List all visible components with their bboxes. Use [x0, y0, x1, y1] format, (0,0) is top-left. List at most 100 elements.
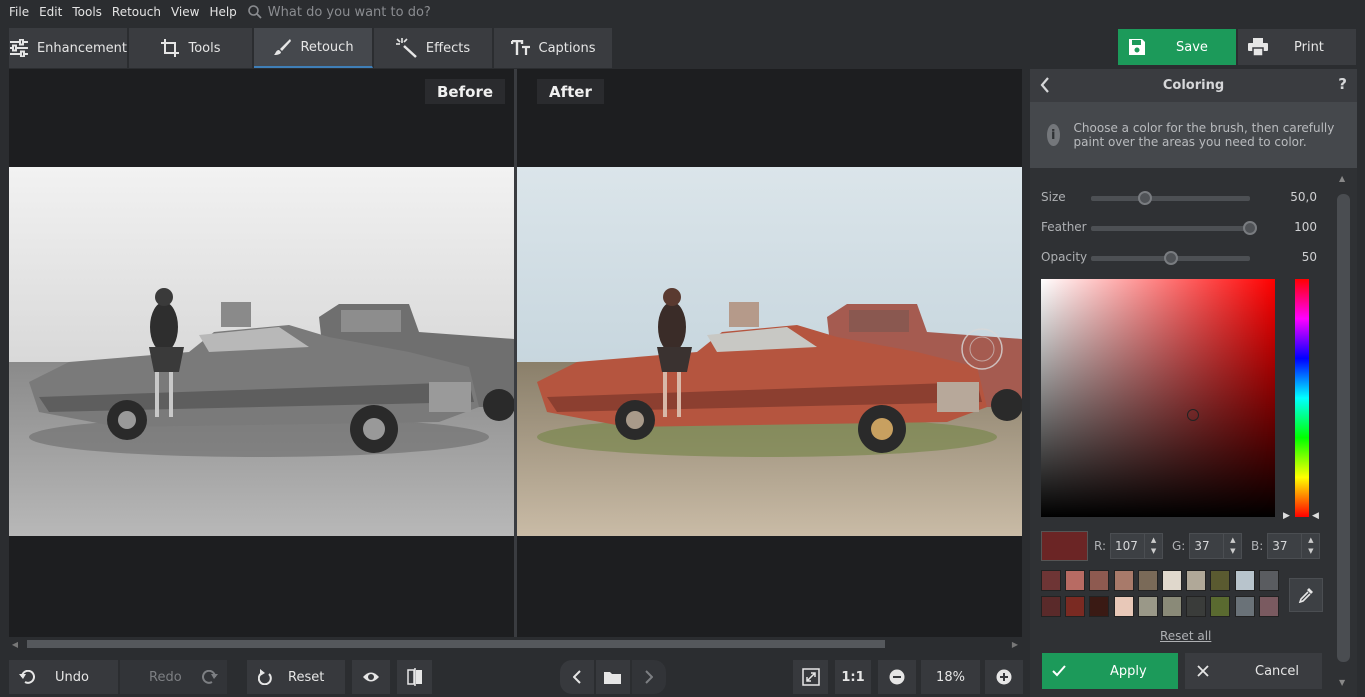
- zoom-in-button[interactable]: [985, 660, 1023, 694]
- palette-swatch[interactable]: [1234, 570, 1255, 591]
- print-button[interactable]: Print: [1238, 29, 1356, 65]
- menu-retouch[interactable]: Retouch: [107, 5, 166, 19]
- reset-button[interactable]: Reset: [247, 660, 345, 694]
- menu-file[interactable]: File: [0, 5, 34, 19]
- scroll-left-icon[interactable]: ◀: [9, 638, 21, 650]
- apply-button[interactable]: Apply: [1042, 653, 1178, 689]
- next-image-button[interactable]: [632, 660, 666, 694]
- zoom-level-field[interactable]: 18%: [921, 660, 980, 694]
- palette-swatch[interactable]: [1089, 570, 1110, 591]
- palette-swatch[interactable]: [1186, 570, 1207, 591]
- compare-view-button[interactable]: [397, 660, 432, 694]
- previous-image-button[interactable]: [560, 660, 594, 694]
- back-icon[interactable]: [1040, 77, 1050, 97]
- green-stepper[interactable]: ▲ ▼: [1224, 533, 1243, 559]
- panel-scrollbar-thumb[interactable]: [1337, 194, 1350, 662]
- palette-swatch[interactable]: [1210, 570, 1231, 591]
- chevron-left-icon: [573, 670, 581, 684]
- preview-toggle-button[interactable]: [352, 660, 390, 694]
- red-stepper[interactable]: ▲ ▼: [1145, 533, 1164, 559]
- red-value[interactable]: 107: [1110, 533, 1146, 559]
- palette-swatch[interactable]: [1162, 596, 1182, 617]
- green-value[interactable]: 37: [1189, 533, 1225, 559]
- reset-all-link[interactable]: Reset all: [1160, 629, 1211, 643]
- palette-swatch[interactable]: [1258, 570, 1279, 591]
- palette-swatch[interactable]: [1234, 596, 1255, 617]
- blue-stepper[interactable]: ▲ ▼: [1302, 533, 1321, 559]
- blue-value[interactable]: 37: [1267, 533, 1303, 559]
- red-label: R:: [1094, 539, 1107, 553]
- close-icon: [1197, 665, 1209, 677]
- opacity-slider[interactable]: Opacity 50: [1041, 247, 1331, 267]
- tab-effects[interactable]: Effects: [374, 28, 493, 68]
- palette-swatch[interactable]: [1041, 570, 1061, 591]
- help-icon[interactable]: ?: [1338, 75, 1347, 93]
- palette-swatch[interactable]: [1258, 596, 1279, 617]
- palette-swatch[interactable]: [1137, 570, 1158, 591]
- size-track[interactable]: [1091, 196, 1250, 201]
- palette-swatch[interactable]: [1113, 570, 1134, 591]
- crop-icon: [161, 39, 180, 57]
- scroll-up-icon[interactable]: ▲: [1339, 174, 1345, 183]
- panel-title: Coloring: [1162, 78, 1225, 93]
- redo-button[interactable]: Redo: [120, 660, 227, 694]
- green-input[interactable]: G: 37 ▲ ▼: [1172, 533, 1243, 559]
- saturation-value-picker[interactable]: [1041, 279, 1275, 517]
- current-color-swatch: [1041, 531, 1088, 561]
- tab-enhancement-label: Enhancement: [36, 40, 127, 56]
- menu-view[interactable]: View: [166, 5, 204, 19]
- feather-track[interactable]: [1091, 226, 1250, 231]
- palette-swatch[interactable]: [1162, 570, 1182, 591]
- print-label: Print: [1294, 39, 1324, 55]
- tab-retouch-label: Retouch: [300, 39, 354, 55]
- feather-knob[interactable]: [1243, 221, 1257, 235]
- eyedropper-button[interactable]: [1289, 578, 1323, 612]
- menu-help[interactable]: Help: [204, 5, 241, 19]
- undo-button[interactable]: Undo: [9, 660, 118, 694]
- picker-cursor[interactable]: [1187, 409, 1199, 421]
- opacity-knob[interactable]: [1163, 251, 1178, 265]
- palette-swatch[interactable]: [1113, 596, 1134, 617]
- opacity-label: Opacity: [1041, 250, 1088, 264]
- panel-scrollbar[interactable]: ▲ ▼: [1333, 172, 1355, 692]
- after-photo: [517, 167, 1022, 536]
- scrollbar-thumb[interactable]: [27, 640, 885, 648]
- actual-size-button[interactable]: 1:1: [835, 660, 871, 694]
- tab-enhancement[interactable]: Enhancement: [9, 28, 128, 68]
- hue-slider[interactable]: [1295, 279, 1309, 517]
- palette-swatch[interactable]: [1137, 596, 1158, 617]
- palette-swatch[interactable]: [1041, 596, 1061, 617]
- palette-swatch[interactable]: [1210, 596, 1231, 617]
- info-icon: i: [1047, 124, 1060, 146]
- undo-label: Undo: [55, 669, 89, 685]
- feather-slider[interactable]: Feather 100: [1041, 217, 1331, 237]
- palette-swatch[interactable]: [1089, 596, 1110, 617]
- tab-bar: Enhancement Tools Retouch Effects Captio…: [0, 26, 1365, 68]
- tab-retouch[interactable]: Retouch: [254, 28, 373, 68]
- redo-icon: [201, 670, 218, 684]
- redo-label: Redo: [149, 669, 182, 685]
- menu-edit[interactable]: Edit: [34, 5, 67, 19]
- size-knob[interactable]: [1138, 191, 1153, 205]
- palette-swatch[interactable]: [1065, 570, 1086, 591]
- menu-tools[interactable]: Tools: [67, 5, 107, 19]
- search-box[interactable]: What do you want to do?: [247, 5, 431, 20]
- tab-tools[interactable]: Tools: [129, 28, 253, 68]
- palette-swatch[interactable]: [1065, 596, 1086, 617]
- horizontal-scrollbar[interactable]: ◀ ▶: [9, 638, 1022, 650]
- palette-swatch[interactable]: [1186, 596, 1207, 617]
- scroll-right-icon[interactable]: ▶: [1009, 638, 1021, 650]
- fit-screen-icon: [801, 668, 820, 686]
- zoom-out-button[interactable]: [878, 660, 916, 694]
- scroll-down-icon[interactable]: ▼: [1339, 678, 1345, 687]
- save-button[interactable]: Save: [1118, 29, 1236, 65]
- open-folder-button[interactable]: [596, 660, 630, 694]
- blue-input[interactable]: B: 37 ▲ ▼: [1251, 533, 1321, 559]
- cancel-button[interactable]: Cancel: [1185, 653, 1322, 689]
- red-input[interactable]: R: 107 ▲ ▼: [1094, 533, 1164, 559]
- fit-to-screen-button[interactable]: [793, 660, 828, 694]
- size-slider[interactable]: Size 50,0: [1041, 187, 1331, 207]
- image-viewer[interactable]: Before After: [9, 69, 1022, 637]
- tab-captions[interactable]: Captions: [494, 28, 613, 68]
- before-label: Before: [425, 79, 506, 104]
